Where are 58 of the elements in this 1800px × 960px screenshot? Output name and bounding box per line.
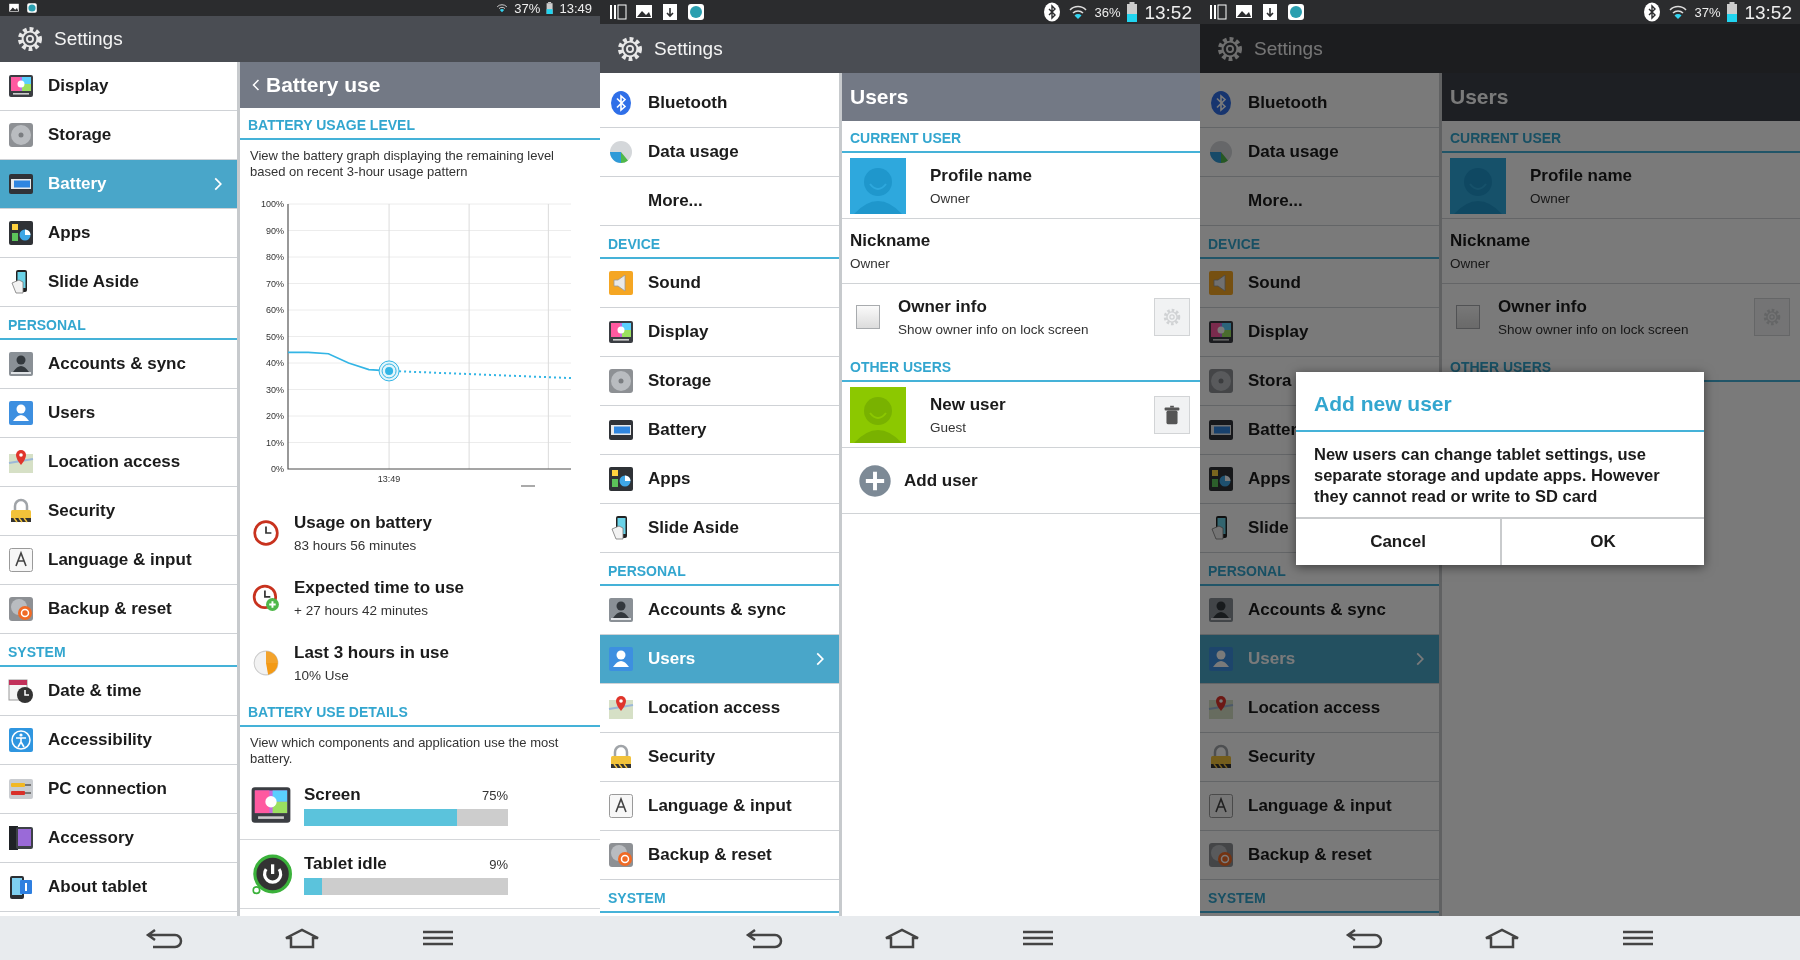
section-header: CURRENT USER bbox=[1442, 121, 1800, 153]
axis-tick-label: 0% bbox=[271, 464, 284, 474]
section-description: View the battery graph displaying the remaining level based on recent 3-hour usage pattern bbox=[249, 147, 555, 181]
axis-tick-label: 40% bbox=[266, 358, 284, 368]
consumer-percent: 9% bbox=[489, 856, 508, 872]
stat-value: 83 hours 56 minutes bbox=[294, 537, 418, 553]
consumer-percent: 75% bbox=[481, 787, 508, 803]
app-title: Settings bbox=[54, 28, 123, 50]
owner-info-subtitle: Show owner info on lock screen bbox=[1498, 322, 1689, 337]
user-role: Guest bbox=[930, 419, 968, 435]
axis-tick-label: 30% bbox=[266, 384, 284, 395]
user-role: Owner bbox=[930, 190, 971, 206]
user-name: Profile name bbox=[930, 165, 1033, 186]
owner-info-title: Owner info bbox=[1498, 297, 1588, 317]
stat-value: + 27 hours 42 minutes bbox=[294, 602, 429, 618]
detail-title: Battery use bbox=[266, 73, 381, 97]
section-description: View which components and application use the most battery. bbox=[249, 734, 560, 768]
nickname-value: Owner bbox=[1450, 256, 1491, 271]
axis-tick-label: 80% bbox=[266, 252, 284, 262]
consumer-name: Tablet idle bbox=[304, 853, 387, 874]
user-name: Profile name bbox=[1530, 165, 1633, 186]
axis-tick-label: 70% bbox=[266, 278, 284, 289]
detail-title: Users bbox=[1450, 85, 1509, 109]
stat-title: Usage on battery bbox=[294, 512, 432, 533]
section-header: BATTERY USE DETAILS bbox=[240, 695, 600, 727]
user-role: Owner bbox=[1530, 190, 1571, 206]
owner-info-title: Owner info bbox=[898, 297, 988, 317]
dialog-title: Add new user bbox=[1296, 372, 1704, 432]
app-title: Settings bbox=[1254, 37, 1323, 60]
app-title: Settings bbox=[654, 37, 723, 60]
section-header: OTHER USERS bbox=[842, 350, 1200, 382]
clock-time: 13:52 bbox=[1144, 2, 1192, 22]
detail-title: Users bbox=[850, 85, 909, 109]
axis-annotation: 13:49 bbox=[377, 474, 401, 484]
nickname-label: Nickname bbox=[1450, 231, 1531, 251]
clock-time: 13:49 bbox=[559, 1, 592, 15]
axis-tick-label: 60% bbox=[266, 305, 284, 315]
clock-time: 13:52 bbox=[1744, 2, 1792, 22]
stat-title: Expected time to use bbox=[294, 577, 465, 598]
consumer-name: Screen bbox=[304, 784, 361, 805]
battery-percent: 37% bbox=[1694, 5, 1721, 19]
stat-title: Last 3 hours in use bbox=[294, 642, 449, 663]
axis-tick-label: 90% bbox=[266, 225, 284, 236]
nickname-value: Owner bbox=[850, 256, 891, 271]
owner-info-subtitle: Show owner info on lock screen bbox=[898, 322, 1089, 337]
axis-tick-label: 20% bbox=[266, 411, 284, 421]
battery-percent: 36% bbox=[1094, 5, 1121, 19]
stat-value: 10% Use bbox=[294, 667, 350, 683]
user-name: New user bbox=[930, 394, 1006, 415]
nickname-label: Nickname bbox=[850, 231, 931, 251]
section-header: CURRENT USER bbox=[842, 121, 1200, 153]
battery-percent: 37% bbox=[514, 1, 541, 15]
section-header: SYSTEM bbox=[1200, 880, 1439, 913]
axis-tick-label: 10% bbox=[266, 437, 284, 448]
section-header: SYSTEM bbox=[600, 880, 839, 913]
axis-tick-label: 100% bbox=[260, 199, 284, 209]
section-header: BATTERY USAGE LEVEL bbox=[240, 108, 600, 140]
axis-tick-label: 50% bbox=[266, 331, 284, 342]
